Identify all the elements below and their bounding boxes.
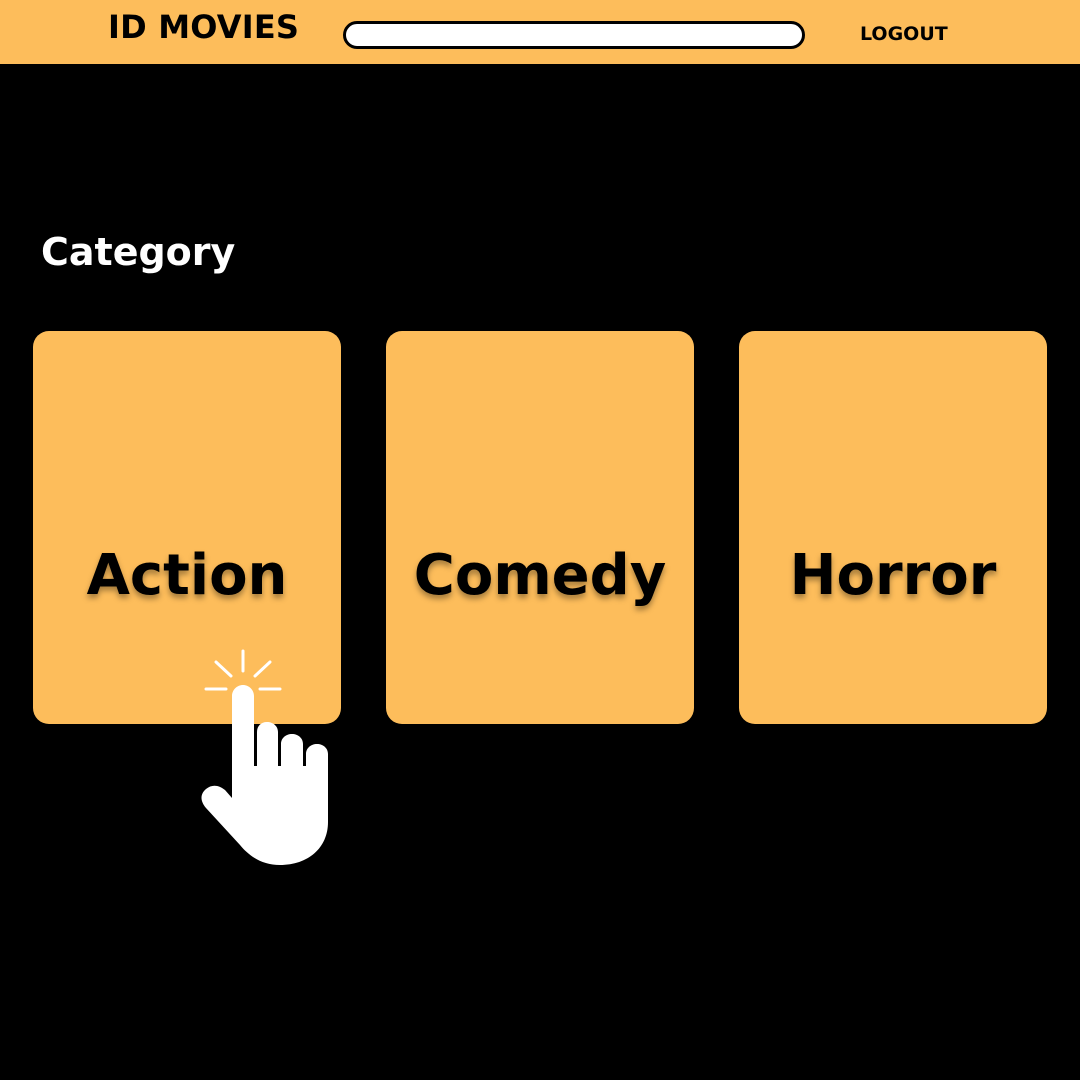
category-label: Comedy xyxy=(413,543,667,608)
logout-button[interactable]: LOGOUT xyxy=(860,23,948,45)
search-input[interactable] xyxy=(343,21,805,49)
category-label: Horror xyxy=(789,543,997,608)
category-heading: Category xyxy=(41,230,236,274)
hand-pointer-click-icon xyxy=(201,649,328,865)
brand-logo[interactable]: ID MOVIES xyxy=(108,8,299,46)
category-card-comedy[interactable]: Comedy xyxy=(386,331,694,724)
category-label: Action xyxy=(86,543,288,608)
category-card-horror[interactable]: Horror xyxy=(739,331,1047,724)
top-navbar: ID MOVIES LOGOUT xyxy=(0,0,1080,64)
